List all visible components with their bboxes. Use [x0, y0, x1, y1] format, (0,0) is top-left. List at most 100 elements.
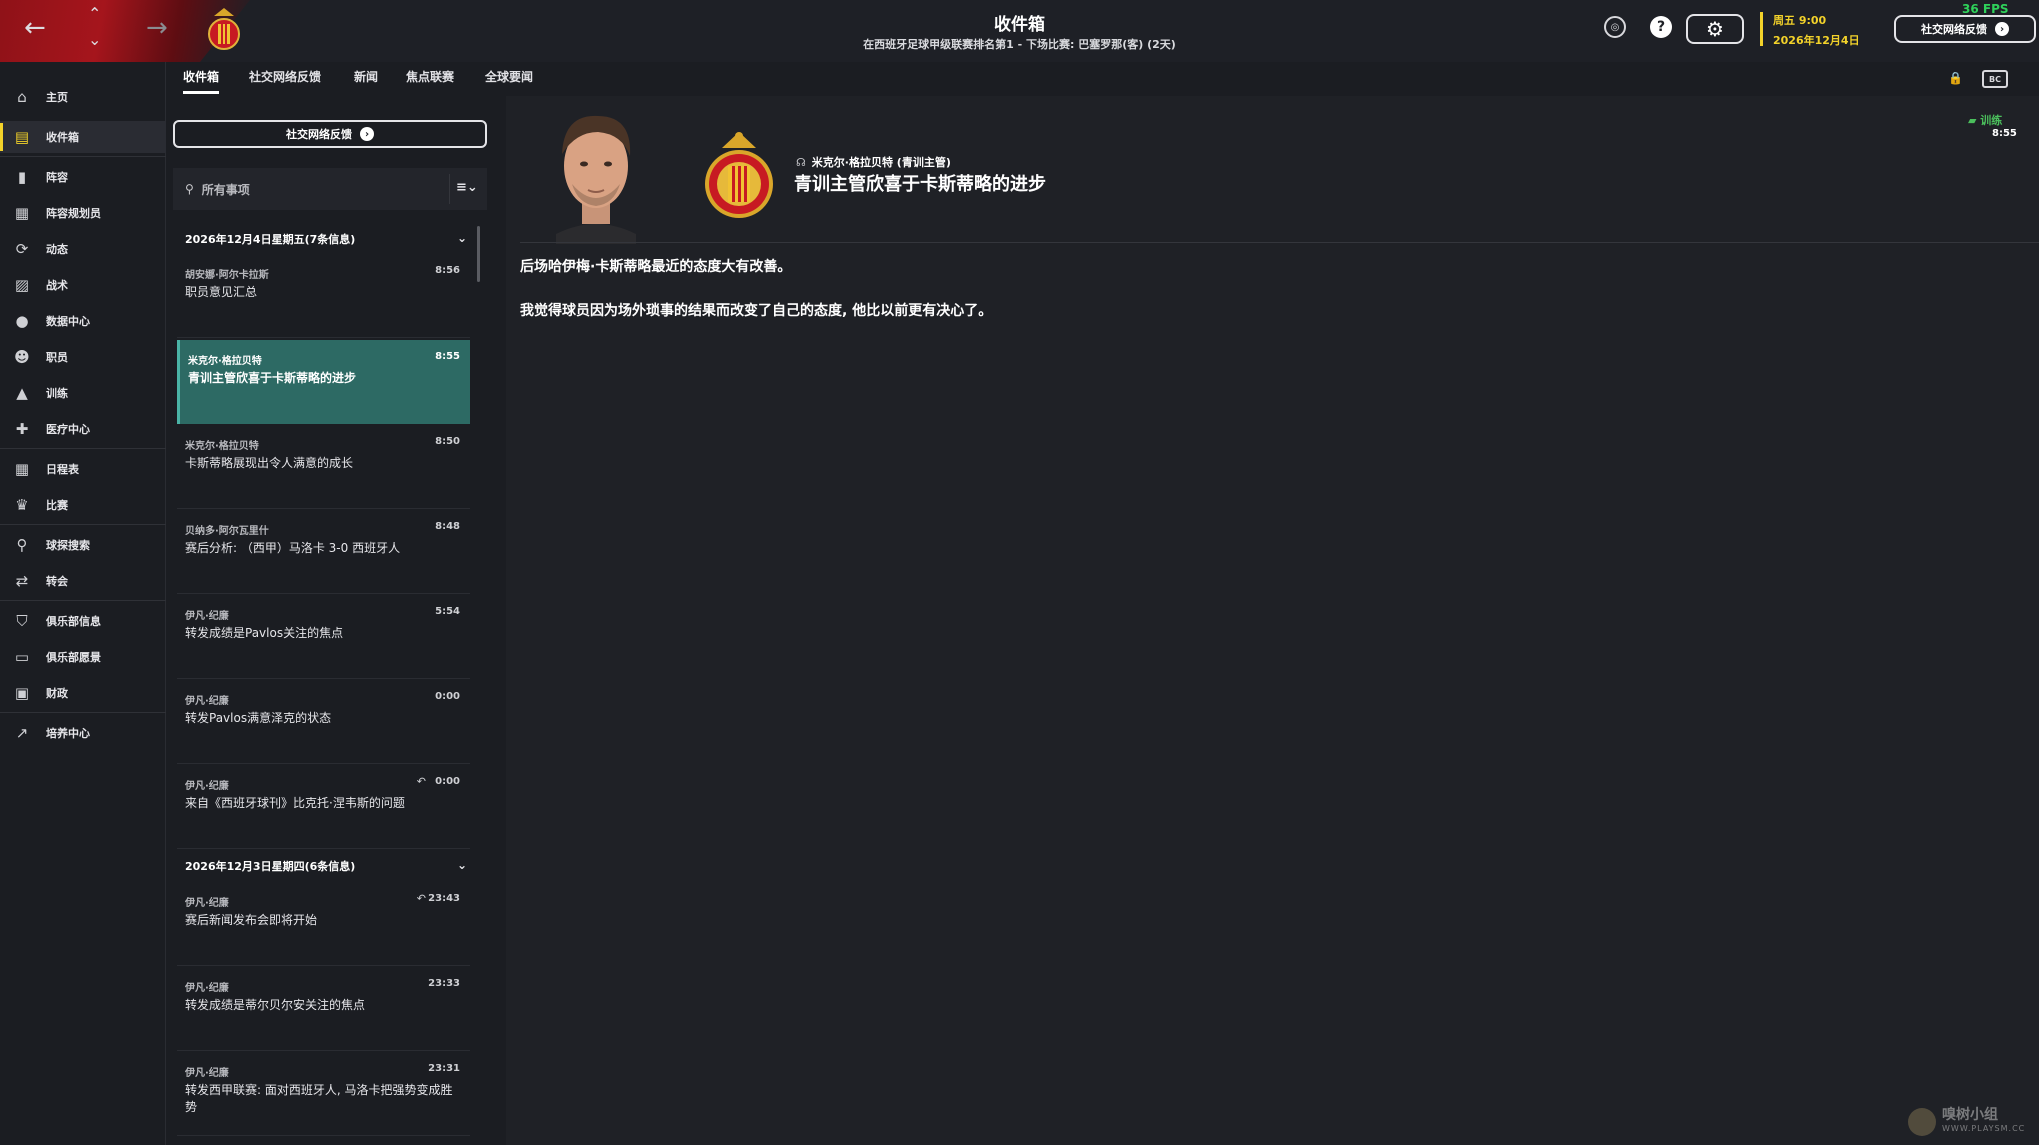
message-sender: 伊凡·纪廉: [185, 696, 229, 707]
sidebar-item-label: 动态: [46, 243, 68, 256]
sidebar-item-label: 主页: [46, 91, 68, 104]
sidebar-item-schedule[interactable]: ▦ 日程表: [0, 453, 166, 485]
tab-bar: 收件箱 社交网络反馈 新闻 焦点联赛 全球要闻 🔒 BC: [166, 62, 2039, 94]
message-subject: 赛后新闻发布会即将开始: [185, 913, 318, 927]
message-detail-panel: ☊ 米克尔·格拉贝特 (青训主管) 青训主管欣喜于卡斯蒂略的进步 ▰ 训练 8:5…: [506, 96, 2039, 1145]
lock-icon[interactable]: 🔒: [1948, 71, 1963, 85]
chevron-down-icon[interactable]: ⌄: [457, 858, 467, 872]
reply-icon: ↶: [416, 775, 426, 788]
message-subject: 赛后分析: （西甲）马洛卡 3-0 西班牙人: [185, 541, 401, 555]
inbox-list-panel: 社交网络反馈 › ⚲ 所有事项 ≡⌄ 2026年12月4日星期五(7条信息) ⌄…: [166, 96, 496, 1145]
filter-dropdown[interactable]: 所有事项: [202, 181, 250, 198]
sidebar-divider: [0, 448, 166, 449]
sidebar-item-squad-planner[interactable]: ▦ 阵容规划员: [0, 197, 166, 229]
list-item[interactable]: 伊凡·纪廉 0:00 转发Pavlos满意泽克的状态: [177, 680, 470, 764]
sidebar-item-label: 财政: [46, 687, 68, 700]
sidebar-item-dynamics[interactable]: ⟳ 动态: [0, 233, 166, 265]
list-item[interactable]: 伊凡·纪廉 ↶ 23:43 赛后新闻发布会即将开始: [177, 882, 470, 966]
message-sender: 伊凡·纪廉: [185, 1068, 229, 1079]
globe-icon[interactable]: ◎: [1604, 16, 1626, 38]
sidebar-item-label: 球探搜索: [46, 539, 90, 552]
sort-icon[interactable]: ≡⌄: [456, 180, 478, 195]
sidebar-item-data-hub[interactable]: ● 数据中心: [0, 305, 166, 337]
sidebar-item-tactics[interactable]: ▨ 战术: [0, 269, 166, 301]
tab-focus-league[interactable]: 焦点联赛: [406, 68, 454, 91]
list-item[interactable]: 伊凡·纪廉 ↶ 0:00 来自《西班牙球刊》比克托·涅韦斯的问题: [177, 765, 470, 849]
sidebar-item-staff[interactable]: ☻ 职员: [0, 341, 166, 373]
sidebar-item-club-info[interactable]: ⛉ 俱乐部信息: [0, 605, 166, 637]
sidebar: ⌂ 主页 ▤ 收件箱 ▮ 阵容 ▦ 阵容规划员 ⟳ 动态 ▨ 战术 ● 数据中心 ☻ 职员 ▲ 训…: [0, 62, 166, 1145]
fps-counter: 36 FPS: [1962, 2, 2009, 16]
layout-icon[interactable]: BC: [1982, 70, 2008, 88]
message-subject: 来自《西班牙球刊》比克托·涅韦斯的问题: [185, 796, 405, 810]
message-subject: 转发西甲联赛: 面对西班牙人, 马洛卡把强势变成胜势: [185, 1083, 453, 1114]
sidebar-item-squad[interactable]: ▮ 阵容: [0, 161, 166, 193]
sidebar-item-training[interactable]: ▲ 训练: [0, 377, 166, 409]
message-sender: 米克尔·格拉贝特: [185, 441, 259, 452]
sidebar-item-scouting[interactable]: ⚲ 球探搜索: [0, 529, 166, 561]
social-feedback-button[interactable]: 社交网络反馈 ›: [1894, 15, 2036, 43]
data-hub-icon: ●: [15, 312, 29, 330]
message-sender-line[interactable]: ☊ 米克尔·格拉贝特 (青训主管): [796, 154, 951, 170]
settings-button[interactable]: ⚙: [1686, 14, 1744, 44]
tab-social-feedback[interactable]: 社交网络反馈: [249, 68, 321, 91]
tab-inbox[interactable]: 收件箱: [183, 68, 220, 94]
list-item-selected[interactable]: 米克尔·格拉贝特 8:55 青训主管欣喜于卡斯蒂略的进步: [177, 340, 470, 424]
list-item[interactable]: 胡安娜·阿尔卡拉斯 8:56 职员意见汇总: [177, 254, 470, 338]
date-group-label: 2026年12月4日星期五(7条信息): [185, 233, 356, 246]
gear-icon: ⚙: [1706, 17, 1724, 41]
message-subject: 转发成绩是Pavlos关注的焦点: [185, 626, 344, 640]
list-item[interactable]: 伊凡·纪廉 23:33 转发成绩是蒂尔贝尔安关注的焦点: [177, 967, 470, 1051]
sidebar-item-label: 转会: [46, 575, 68, 588]
social-feedback-button[interactable]: 社交网络反馈 ›: [173, 120, 487, 148]
sidebar-divider: [0, 156, 166, 157]
sidebar-item-label: 收件箱: [46, 131, 79, 144]
date-group-header[interactable]: 2026年12月4日星期五(7条信息) ⌄: [173, 224, 473, 254]
tab-news[interactable]: 新闻: [354, 68, 378, 91]
sidebar-item-finances[interactable]: ▣ 财政: [0, 677, 166, 709]
sidebar-divider: [0, 524, 166, 525]
filter-bar[interactable]: ⚲ 所有事项 ≡⌄: [173, 168, 487, 210]
sidebar-item-label: 职员: [46, 351, 68, 364]
chevron-right-icon: ›: [360, 127, 374, 141]
message-time: 8:56: [435, 265, 460, 276]
sidebar-item-label: 阵容规划员: [46, 207, 101, 220]
message-sender: 伊凡·纪廉: [185, 898, 229, 909]
staff-icon: ☻: [14, 348, 30, 366]
scrollbar[interactable]: [477, 226, 480, 282]
date-group-header[interactable]: 2026年12月3日星期四(6条信息) ⌄: [173, 851, 473, 881]
search-icon: ⚲: [16, 536, 28, 554]
sidebar-item-medical[interactable]: ✚ 医疗中心: [0, 413, 166, 445]
sidebar-item-development[interactable]: ↗ 培养中心: [0, 717, 166, 749]
social-feedback-label: 社交网络反馈: [286, 128, 352, 141]
sidebar-item-inbox[interactable]: ▤ 收件箱: [0, 121, 166, 153]
list-item[interactable]: 伊凡·纪廉 23:31 转发西甲联赛: 面对西班牙人, 马洛卡把强势变成胜势: [177, 1052, 470, 1136]
training-tag[interactable]: ▰ 训练: [1968, 112, 2002, 128]
list-item[interactable]: 伊凡·纪廉 5:54 转发成绩是Pavlos关注的焦点: [177, 595, 470, 679]
sidebar-item-competitions[interactable]: ♛ 比赛: [0, 489, 166, 521]
development-icon: ↗: [15, 724, 29, 742]
shield-icon: ⛉: [16, 612, 28, 630]
message-time: 23:33: [428, 978, 460, 989]
list-item[interactable]: 贝纳多·阿尔瓦里什 8:48 赛后分析: （西甲）马洛卡 3-0 西班牙人: [177, 510, 470, 594]
tab-global-news[interactable]: 全球要闻: [485, 68, 533, 91]
date-display[interactable]: 周五 9:00 2026年12月4日: [1760, 12, 1860, 47]
current-time: 周五 9:00: [1773, 14, 1827, 27]
sidebar-item-label: 战术: [46, 279, 68, 292]
transfer-icon: ⇄: [15, 572, 29, 590]
help-icon[interactable]: ?: [1650, 16, 1672, 38]
message-sender-name: 米克尔·格拉贝特 (青训主管): [811, 156, 951, 169]
sidebar-item-club-vision[interactable]: ▭ 俱乐部愿景: [0, 641, 166, 673]
sidebar-item-label: 阵容: [46, 171, 68, 184]
date-group-label: 2026年12月3日星期四(6条信息): [185, 860, 356, 873]
dynamics-icon: ⟳: [15, 240, 29, 258]
message-subject: 转发Pavlos满意泽克的状态: [185, 711, 332, 725]
player-photo[interactable]: [542, 104, 650, 244]
social-feedback-label: 社交网络反馈: [1921, 23, 1987, 36]
list-item[interactable]: 米克尔·格拉贝特 8:50 卡斯蒂略展现出令人满意的成长: [177, 425, 470, 509]
chevron-down-icon[interactable]: ⌄: [457, 231, 467, 245]
top-bar: ← ⌃ ⌄ → 收件箱 在西班牙足球甲级联赛排名第1 - 下场比赛: 巴塞罗那(…: [0, 0, 2039, 62]
sidebar-item-home[interactable]: ⌂ 主页: [0, 81, 166, 113]
sidebar-item-transfers[interactable]: ⇄ 转会: [0, 565, 166, 597]
club-crest-icon[interactable]: [700, 126, 778, 226]
